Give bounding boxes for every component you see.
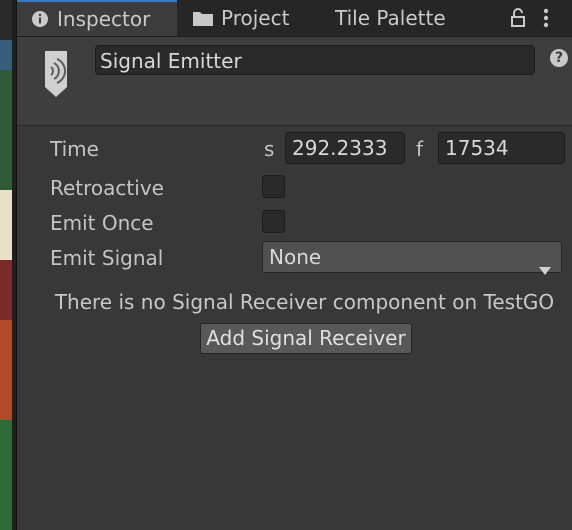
scene-view-edge	[0, 0, 17, 530]
inspector-body: Time s 292.2333 f 17534 Retroactive Emit…	[17, 126, 572, 530]
more-options-icon[interactable]	[543, 8, 549, 33]
emit-once-checkbox[interactable]	[262, 210, 285, 233]
time-frames-field[interactable]: 17534	[438, 132, 565, 164]
emit-signal-value: None	[269, 245, 322, 269]
time-seconds-field[interactable]: 292.2333	[285, 132, 405, 164]
seconds-unit: s	[264, 137, 275, 161]
tab-inspector[interactable]: Inspector	[17, 0, 177, 36]
emit-once-label: Emit Once	[50, 211, 154, 235]
signal-emitter-icon	[44, 51, 68, 102]
add-signal-receiver-button[interactable]: Add Signal Receiver	[200, 323, 412, 354]
retroactive-label: Retroactive	[50, 176, 164, 200]
lock-icon[interactable]	[510, 8, 526, 33]
tab-tile-palette[interactable]: Tile Palette	[335, 0, 446, 36]
time-label: Time	[50, 137, 99, 161]
no-receiver-message: There is no Signal Receiver component on…	[54, 290, 555, 314]
tab-tile-palette-label: Tile Palette	[335, 6, 446, 30]
tab-inspector-label: Inspector	[57, 7, 151, 31]
folder-icon	[193, 10, 213, 26]
tab-project[interactable]: Project	[193, 0, 289, 36]
tab-project-label: Project	[221, 6, 290, 30]
component-name-field[interactable]: Signal Emitter	[95, 45, 535, 75]
component-header: Signal Emitter ?	[17, 37, 572, 126]
info-icon	[31, 10, 49, 28]
tab-bar: Inspector Project Tile Palette	[17, 0, 572, 37]
chevron-down-icon	[539, 253, 551, 283]
emit-signal-dropdown[interactable]: None	[262, 241, 562, 275]
emit-signal-label: Emit Signal	[50, 246, 164, 270]
frames-unit: f	[416, 137, 424, 161]
help-icon[interactable]: ?	[550, 49, 568, 67]
retroactive-checkbox[interactable]	[262, 175, 285, 198]
